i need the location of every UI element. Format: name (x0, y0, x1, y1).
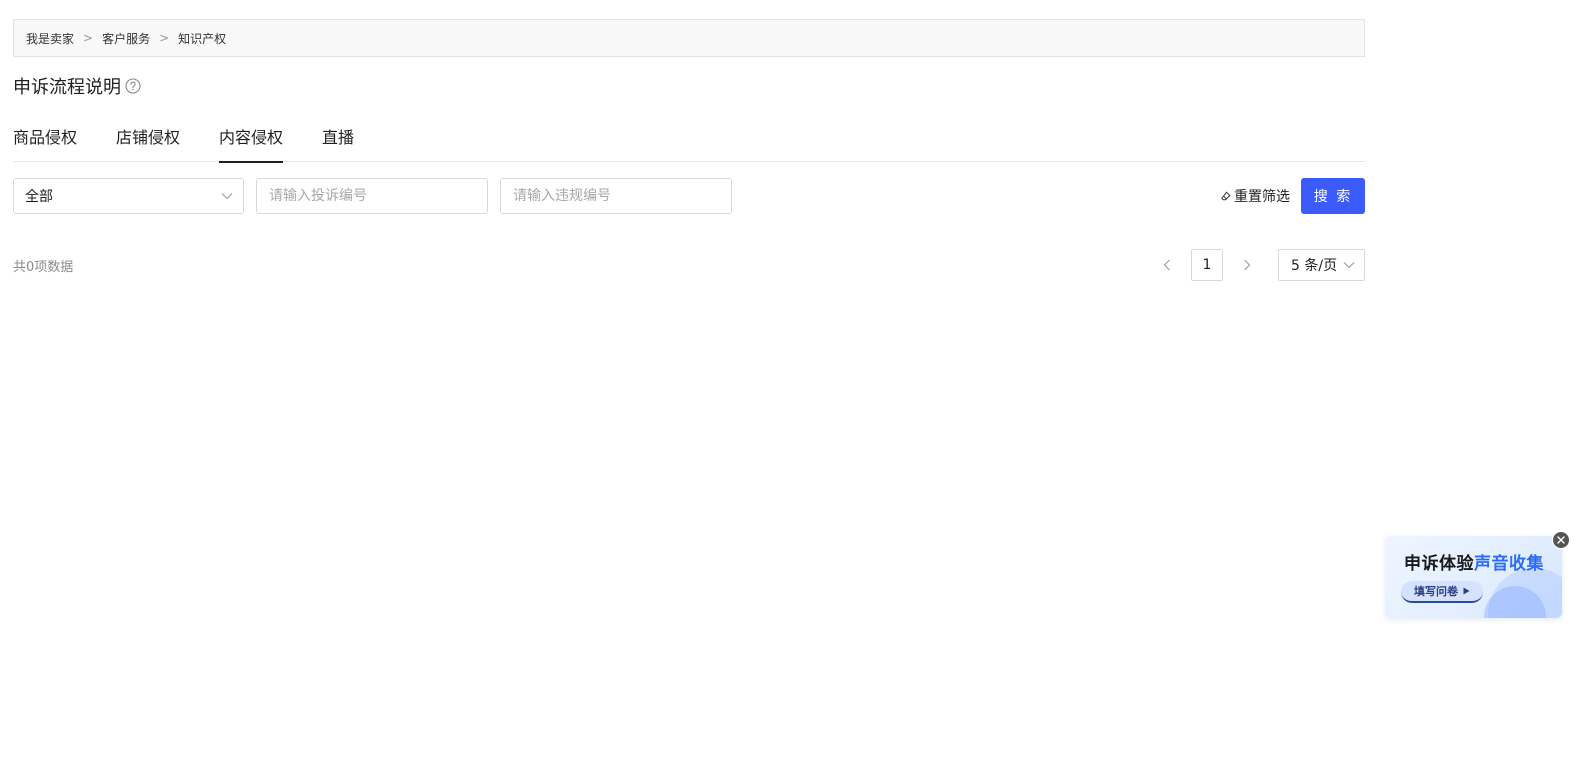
chevron-down-icon (1343, 257, 1355, 273)
search-button[interactable]: 搜 索 (1301, 178, 1365, 214)
total-count: 共0项数据 (13, 260, 74, 275)
fill-survey-label: 填写问卷 (1414, 585, 1458, 598)
violation-number-input[interactable] (500, 178, 732, 214)
tab-store-infringement[interactable]: 店铺侵权 (116, 124, 180, 162)
next-page-button[interactable] (1239, 256, 1255, 274)
page-title: 申诉流程说明 (13, 77, 121, 98)
question-circle-icon[interactable] (125, 78, 141, 94)
survey-title: 申诉体验声音收集 (1404, 549, 1544, 574)
survey-title-part2: 声音收集 (1474, 554, 1544, 574)
tab-content-infringement[interactable]: 内容侵权 (219, 124, 284, 163)
chevron-down-icon (221, 188, 233, 204)
breadcrumb-item-ip: 知识产权 (178, 31, 227, 46)
play-triangle-icon (1463, 587, 1470, 595)
breadcrumb: 我是卖家 > 客户服务 > 知识产权 (13, 19, 1365, 57)
eraser-icon (1220, 190, 1232, 202)
page-number-button[interactable]: 1 (1191, 249, 1223, 281)
survey-title-part1: 申诉体验 (1404, 554, 1474, 574)
reset-filter-button[interactable]: 重置筛选 (1220, 186, 1290, 206)
page-size-value: 5 条/页 (1291, 258, 1338, 274)
fill-survey-button[interactable]: 填写问卷 (1401, 581, 1483, 603)
page-size-select[interactable]: 5 条/页 (1278, 249, 1365, 281)
title-row: 申诉流程说明 (13, 74, 141, 98)
breadcrumb-separator: > (83, 31, 94, 45)
survey-card[interactable]: 申诉体验声音收集 填写问卷 (1385, 536, 1562, 618)
complaint-number-input[interactable] (256, 178, 488, 214)
breadcrumb-item-seller[interactable]: 我是卖家 (26, 30, 74, 47)
close-icon[interactable] (1552, 531, 1570, 549)
chevron-right-icon (1244, 259, 1251, 271)
tab-product-infringement[interactable]: 商品侵权 (13, 124, 77, 162)
page: 我是卖家 > 客户服务 > 知识产权 申诉流程说明 商品侵权 店铺侵权 内容侵权… (0, 0, 1577, 761)
prev-page-button[interactable] (1159, 256, 1175, 274)
breadcrumb-item-customer-service[interactable]: 客户服务 (102, 30, 150, 47)
status-select[interactable]: 全部 (13, 178, 244, 214)
tabs: 商品侵权 店铺侵权 内容侵权 直播 (13, 124, 1365, 163)
tab-live[interactable]: 直播 (322, 124, 354, 162)
chevron-left-icon (1163, 259, 1170, 271)
breadcrumb-separator: > (159, 31, 170, 45)
reset-filter-label: 重置筛选 (1234, 189, 1290, 205)
status-select-value: 全部 (25, 189, 53, 205)
